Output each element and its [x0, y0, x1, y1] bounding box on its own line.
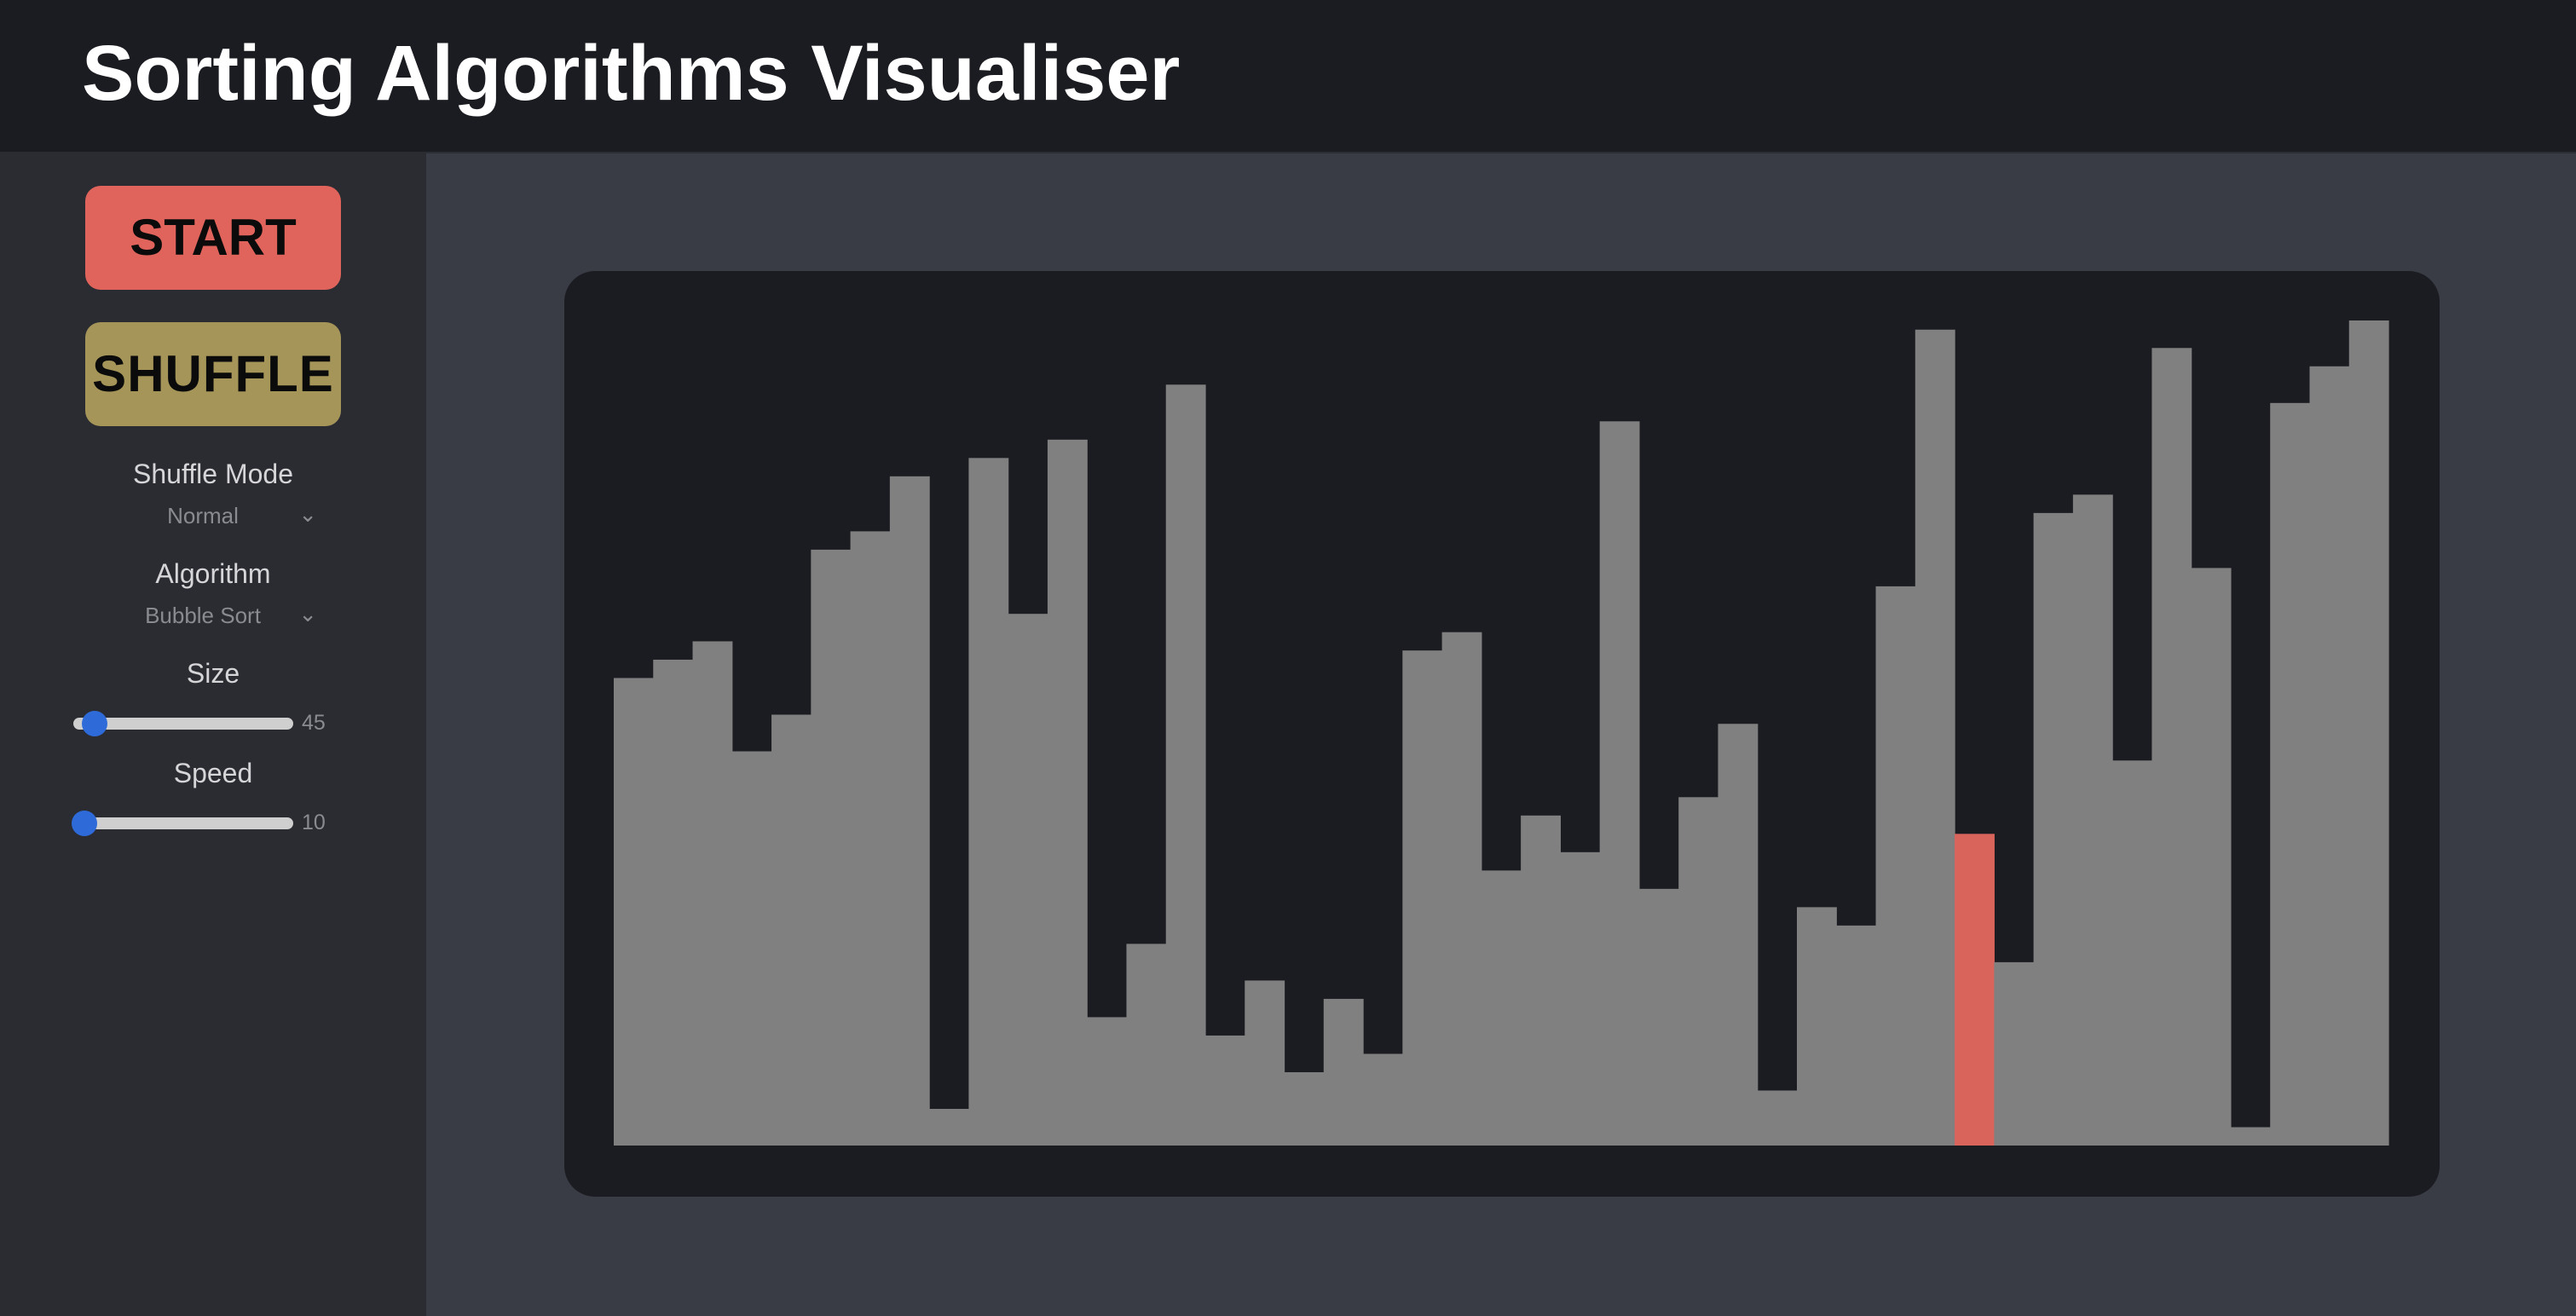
bar [1599, 421, 1640, 1146]
bar [692, 641, 733, 1146]
bar [1008, 614, 1048, 1146]
shuffle-mode-select[interactable]: Normal ⌄ [101, 494, 326, 537]
bar [1087, 1017, 1128, 1146]
speed-slider-thumb[interactable] [72, 811, 97, 836]
bar [771, 714, 811, 1146]
algorithm-value: Bubble Sort [145, 603, 261, 628]
bar [1994, 961, 2035, 1146]
bar [2230, 1127, 2271, 1146]
bar [614, 678, 654, 1146]
bar-chart-panel [564, 271, 2440, 1197]
bar [1836, 925, 1877, 1146]
bar [1678, 797, 1719, 1146]
bar [811, 549, 852, 1146]
bar [1047, 439, 1088, 1146]
bar [2270, 402, 2311, 1146]
app-header: Sorting Algorithms Visualiser [0, 0, 2576, 153]
bar [1718, 724, 1759, 1146]
bar [731, 751, 772, 1146]
bar [1560, 851, 1601, 1146]
bar [1205, 1035, 1245, 1146]
bar [1441, 632, 1482, 1146]
speed-slider[interactable] [72, 811, 293, 836]
bar [1402, 650, 1443, 1146]
bar [2151, 348, 2192, 1146]
size-label: Size [186, 658, 240, 689]
bar [1323, 998, 1364, 1146]
bar [1481, 870, 1522, 1146]
bar [2348, 320, 2389, 1146]
bar [968, 458, 1009, 1146]
algorithm-label: Algorithm [155, 558, 271, 589]
bar-active [1955, 834, 1995, 1146]
bar [1363, 1053, 1403, 1146]
bar [2072, 494, 2113, 1146]
bar-chart [614, 320, 2389, 1146]
bar [850, 531, 891, 1146]
bar [1245, 980, 1285, 1146]
bar [2191, 568, 2232, 1146]
bar [1915, 329, 1955, 1146]
bar [1797, 907, 1837, 1146]
algorithm-select[interactable]: Bubble Sort ⌄ [101, 594, 326, 637]
start-button[interactable]: START [85, 186, 341, 290]
chevron-down-icon: ⌄ [298, 501, 317, 527]
bar [1284, 1071, 1325, 1146]
bar [1638, 888, 1679, 1146]
bar [1126, 944, 1167, 1146]
speed-value: 10 [302, 811, 326, 834]
bar [653, 659, 694, 1146]
speed-label: Speed [173, 758, 253, 788]
bar [1757, 1090, 1798, 1146]
bar [2112, 760, 2152, 1146]
shuffle-button[interactable]: SHUFFLE [85, 322, 341, 426]
bar [889, 476, 930, 1146]
chevron-down-icon: ⌄ [298, 601, 317, 626]
bar [1165, 384, 1206, 1146]
bar [1521, 815, 1561, 1146]
bar [1875, 586, 1916, 1146]
size-slider-thumb[interactable] [81, 711, 107, 736]
shuffle-mode-label: Shuffle Mode [133, 459, 293, 489]
page-title: Sorting Algorithms Visualiser [82, 30, 1181, 117]
bar [2309, 366, 2350, 1146]
bar [2033, 512, 2074, 1146]
size-value: 45 [302, 711, 326, 735]
size-slider[interactable] [73, 711, 293, 736]
shuffle-mode-value: Normal [167, 503, 239, 528]
bar [929, 1108, 969, 1146]
